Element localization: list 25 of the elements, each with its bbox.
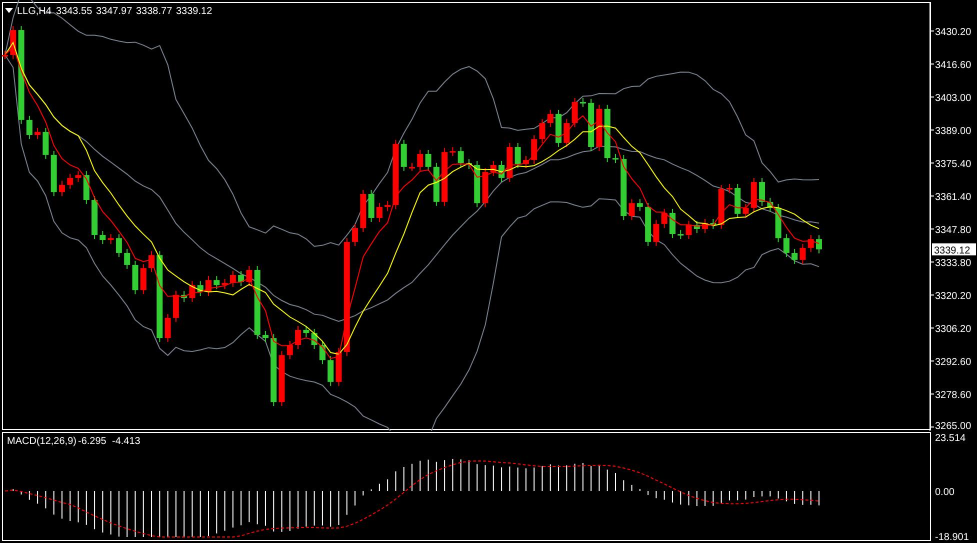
price-axis-label: 3347.80	[935, 225, 972, 236]
macd-value: -6.295	[78, 436, 106, 447]
open-value: 3343.55	[56, 6, 92, 17]
macd-axis-label: 0.00	[935, 487, 954, 498]
macd-axis-label: -18.901	[935, 532, 969, 543]
macd-label: MACD(12,26,9)	[7, 436, 76, 447]
symbol-label: LLG,H4	[17, 6, 52, 17]
price-axis-label: 3361.40	[935, 192, 972, 203]
price-axis-label: 3333.80	[935, 258, 972, 269]
close-value: 3339.12	[176, 6, 212, 17]
price-axis-label: 3278.60	[935, 390, 972, 401]
signal-value: -4.413	[112, 436, 140, 447]
price-axis-label: 3416.60	[935, 60, 972, 71]
price-axis-label: 3389.00	[935, 126, 972, 137]
price-axis-label: 3430.20	[935, 27, 972, 38]
price-axis-label: 3265.00	[935, 421, 972, 431]
low-value: 3338.77	[136, 6, 172, 17]
price-axis-label: 3375.40	[935, 159, 972, 170]
price-axis-label: 3403.00	[935, 93, 972, 104]
high-value: 3347.97	[96, 6, 132, 17]
price-axis-label: 3320.20	[935, 291, 972, 302]
current-price-label: 3339.12	[932, 243, 976, 256]
price-axis-label: 3292.60	[935, 357, 972, 368]
macd-axis-label: 23.514	[935, 433, 966, 444]
price-axis-label: 3306.20	[935, 324, 972, 335]
